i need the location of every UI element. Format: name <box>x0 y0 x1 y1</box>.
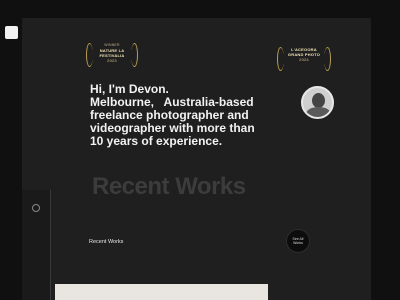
award-badge-left: WINNER NATURE LA FESTIVALIA 2023 <box>86 43 138 67</box>
wreath-right-icon <box>131 43 138 67</box>
wreath-right-icon <box>324 47 331 71</box>
award-badge-right: L'ACEOORA GRAND PHOTO 2024 <box>277 47 331 71</box>
recent-works-label: Recent Works <box>89 239 124 245</box>
intro-text: Hi, I'm Devon. Melbourne, Australia-base… <box>90 83 295 148</box>
work-thumbnail[interactable] <box>55 284 268 300</box>
sidebar <box>0 0 22 300</box>
see-all-label: See All Works <box>292 237 304 245</box>
intro-line: 10 years of experience. <box>90 134 223 148</box>
avatar <box>301 86 334 119</box>
logo-icon[interactable] <box>5 26 18 39</box>
moon-icon[interactable] <box>32 204 40 212</box>
section-title: Recent Works <box>92 173 246 200</box>
avatar-head <box>312 93 325 108</box>
see-all-works-button[interactable]: See All Works <box>286 229 310 253</box>
wreath-left-icon <box>277 47 284 71</box>
wreath-left-icon <box>86 43 93 67</box>
